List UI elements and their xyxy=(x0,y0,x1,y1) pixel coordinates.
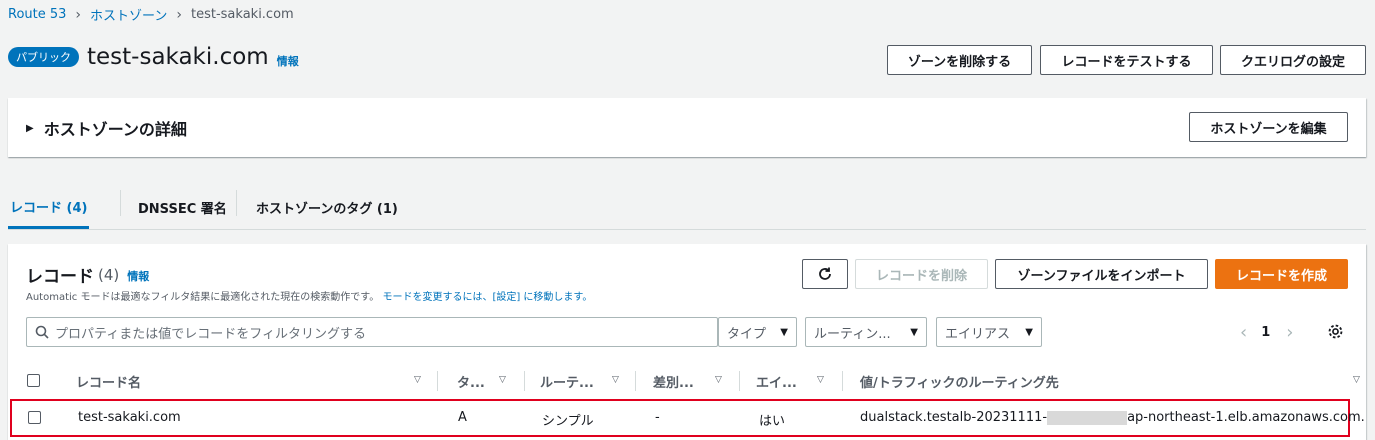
records-heading: レコード (4) 情報 xyxy=(26,262,149,288)
chevron-right-icon: › xyxy=(176,6,182,23)
col-differentiator[interactable]: 差別... xyxy=(653,372,694,391)
sort-icon[interactable]: ▽ xyxy=(414,375,421,385)
info-link[interactable]: 情報 xyxy=(277,53,299,69)
tab-records[interactable]: レコード (4) xyxy=(8,186,90,229)
breadcrumb-route53[interactable]: Route 53 xyxy=(8,7,66,22)
table-header: レコード名 ▽ タ... ▽ ルーテ... ▽ 差別... ▽ エイ... ▽ … xyxy=(8,366,1366,398)
records-info-link[interactable]: 情報 xyxy=(127,268,149,284)
select-all-checkbox[interactable] xyxy=(27,374,40,387)
sort-icon[interactable]: ▽ xyxy=(817,375,824,385)
cell-record-name: test-sakaki.com xyxy=(78,410,181,425)
column-divider[interactable] xyxy=(524,371,525,391)
col-routing[interactable]: ルーテ... xyxy=(540,372,594,391)
records-count: (4) xyxy=(98,265,120,284)
edit-hosted-zone-button[interactable]: ホストゾーンを編集 xyxy=(1189,112,1348,142)
col-record-name[interactable]: レコード名 xyxy=(76,372,141,391)
page-title: test-sakaki.com xyxy=(87,44,269,70)
col-value[interactable]: 値/トラフィックのルーティング先 xyxy=(860,372,1059,391)
caret-down-icon: ▼ xyxy=(910,326,918,338)
type-filter-select[interactable]: タイプ ▼ xyxy=(718,317,797,347)
refresh-button[interactable] xyxy=(802,259,848,289)
create-record-button[interactable]: レコードを作成 xyxy=(1215,259,1348,289)
value-prefix: dualstack.testalb-20231111- xyxy=(860,410,1048,425)
chevron-right-icon: › xyxy=(75,6,82,23)
tab-bar: レコード (4) DNSSEC 署名 ホストゾーンのタグ (1) xyxy=(8,186,1366,230)
chevron-left-icon[interactable]: ‹ xyxy=(1240,322,1247,343)
delete-record-button[interactable]: レコードを削除 xyxy=(855,259,988,289)
column-divider[interactable] xyxy=(739,371,740,391)
column-divider[interactable] xyxy=(635,371,636,391)
sort-icon[interactable]: ▽ xyxy=(499,375,506,385)
cell-value: dualstack.testalb-20231111- ap-northeast-… xyxy=(860,410,1365,425)
caret-down-icon: ▼ xyxy=(1025,326,1033,338)
public-badge: パブリック xyxy=(8,47,79,67)
type-filter-label: タイプ xyxy=(727,326,767,342)
alias-filter-select[interactable]: エイリアス ▼ xyxy=(936,317,1042,347)
sort-icon[interactable]: ▽ xyxy=(1353,375,1360,385)
cell-type: A xyxy=(458,410,467,425)
import-zone-file-button[interactable]: ゾーンファイルをインポート xyxy=(995,259,1208,289)
breadcrumb-current: test-sakaki.com xyxy=(191,7,294,22)
refresh-icon xyxy=(819,267,831,280)
chevron-right-icon[interactable]: › xyxy=(1286,322,1293,343)
details-toggle[interactable]: ▶ ホストゾーンの詳細 xyxy=(26,116,187,140)
redacted-block xyxy=(1047,410,1128,425)
description-text: Automatic モードは最適なフィルタ結果に最適化された現在の検索動作です。 xyxy=(26,292,380,303)
page-number[interactable]: 1 xyxy=(1261,325,1270,340)
page-header: パブリック test-sakaki.com 情報 xyxy=(8,44,299,70)
tab-divider xyxy=(236,190,237,216)
column-divider[interactable] xyxy=(437,371,438,391)
cell-alias: はい xyxy=(759,414,786,429)
test-record-button[interactable]: レコードをテストする xyxy=(1040,45,1213,75)
records-panel: レコード (4) 情報 Automatic モードは最適なフィルタ結果に最適化さ… xyxy=(8,244,1366,440)
tab-dnssec[interactable]: DNSSEC 署名 xyxy=(138,186,227,229)
delete-zone-button[interactable]: ゾーンを削除する xyxy=(887,45,1032,75)
pagination: ‹ 1 › xyxy=(1240,322,1293,343)
cell-routing: シンプル xyxy=(542,414,594,429)
caret-right-icon: ▶ xyxy=(26,122,34,134)
value-suffix: ap-northeast-1.elb.amazonaws.com. xyxy=(1127,410,1365,425)
records-description: Automatic モードは最適なフィルタ結果に最適化された現在の検索動作です。… xyxy=(26,288,592,303)
search-icon xyxy=(35,325,49,339)
hosted-zone-details-panel: ▶ ホストゾーンの詳細 ホストゾーンを編集 xyxy=(8,98,1366,157)
routing-filter-label: ルーティン... xyxy=(814,326,891,342)
routing-filter-select[interactable]: ルーティン... ▼ xyxy=(805,317,927,347)
sort-icon[interactable]: ▽ xyxy=(715,375,722,385)
breadcrumb-hosted-zones[interactable]: ホストゾーン xyxy=(90,5,167,24)
col-type[interactable]: タ... xyxy=(457,372,485,391)
tab-divider xyxy=(120,190,121,216)
cell-differentiator: - xyxy=(655,410,660,425)
settings-gear-icon[interactable] xyxy=(1327,323,1344,344)
query-log-button[interactable]: クエリログの設定 xyxy=(1220,45,1366,75)
col-alias[interactable]: エイ... xyxy=(756,372,797,391)
alias-filter-label: エイリアス xyxy=(945,326,1011,342)
column-divider[interactable] xyxy=(842,371,843,391)
sort-icon[interactable]: ▽ xyxy=(612,375,619,385)
breadcrumb: Route 53 › ホストゾーン › test-sakaki.com xyxy=(8,5,294,25)
details-title: ホストゾーンの詳細 xyxy=(43,120,187,139)
row-checkbox[interactable] xyxy=(28,411,41,424)
search-placeholder: プロパティまたは値でレコードをフィルタリングする xyxy=(55,326,366,342)
records-title: レコード xyxy=(26,267,94,287)
tab-tags[interactable]: ホストゾーンのタグ (1) xyxy=(256,186,398,229)
table-row[interactable]: test-sakaki.com A シンプル - はい dualstack.te… xyxy=(10,399,1365,437)
settings-link[interactable]: モードを変更するには、[設定] に移動します。 xyxy=(382,292,592,303)
caret-down-icon: ▼ xyxy=(780,326,788,338)
search-input[interactable]: プロパティまたは値でレコードをフィルタリングする xyxy=(26,317,718,347)
